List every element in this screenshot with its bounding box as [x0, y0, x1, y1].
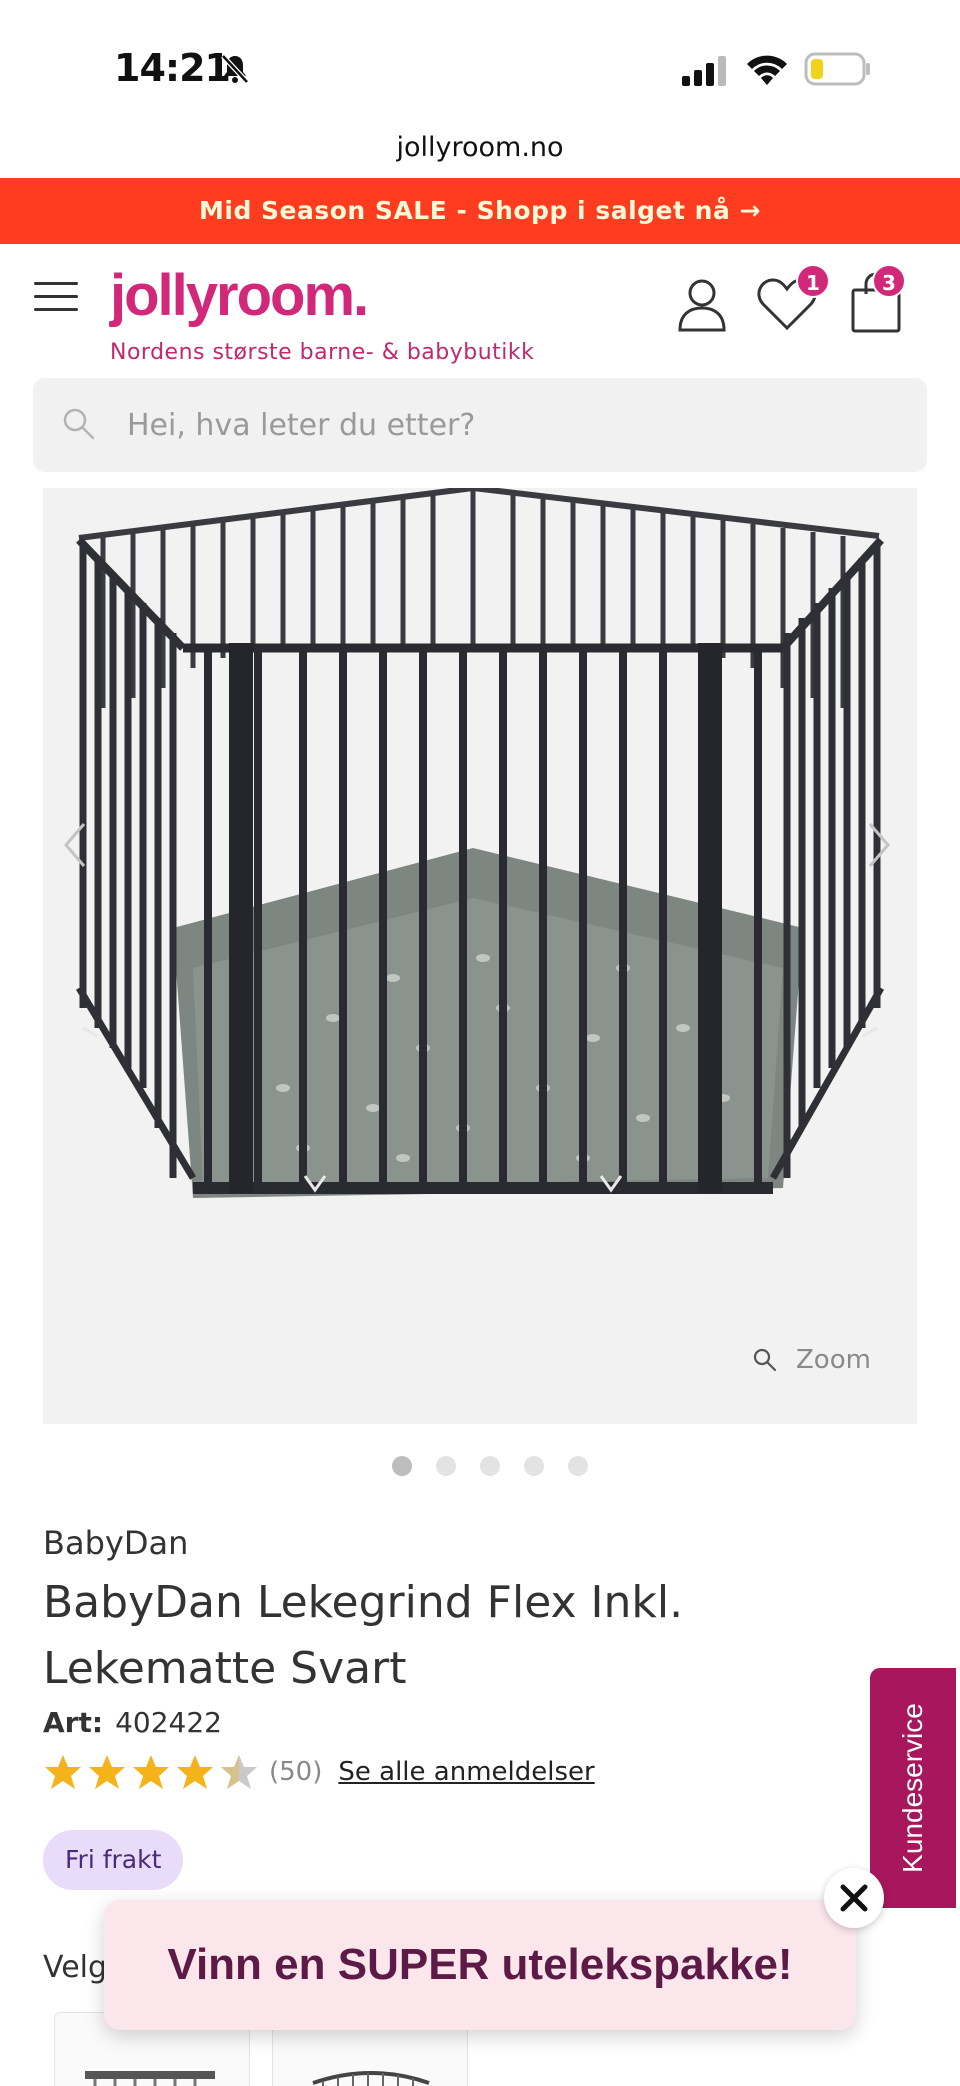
zoom-magnifier-icon: [753, 1348, 777, 1372]
wishlist-count-badge: 1: [796, 264, 830, 298]
product-image[interactable]: [43, 488, 917, 1424]
variant-label: Velg: [43, 1950, 108, 1985]
gallery-dot[interactable]: [480, 1456, 500, 1476]
gallery-dot[interactable]: [392, 1456, 412, 1476]
star-filled-icon: [89, 1755, 125, 1789]
gallery-prev-arrow-icon[interactable]: [60, 820, 90, 870]
gallery-next-arrow-icon[interactable]: [864, 820, 894, 870]
product-title: BabyDan Lekegrind Flex Inkl. Lekematte S…: [43, 1577, 684, 1694]
rating-count: (50): [269, 1757, 323, 1787]
product-rating[interactable]: (50) Se alle anmeldelser: [43, 1752, 595, 1792]
hamburger-menu-icon[interactable]: [34, 282, 78, 314]
popup-close-button[interactable]: [824, 1868, 884, 1928]
see-all-reviews-link[interactable]: Se alle anmeldelser: [338, 1757, 594, 1787]
promo-popup[interactable]: Vinn en SUPER utelekspakke!: [104, 1900, 856, 2030]
star-filled-icon: [133, 1755, 169, 1789]
promo-banner[interactable]: Mid Season SALE - Shopp i salget nå →: [0, 178, 960, 244]
battery-icon: [804, 52, 870, 86]
cellular-signal-icon: [682, 56, 726, 86]
browser-url[interactable]: jollyroom.no: [0, 132, 960, 163]
search-input[interactable]: [127, 378, 887, 472]
bell-muted-icon: [221, 54, 249, 84]
status-bar: 14:21 jollyroom.no: [0, 0, 960, 163]
gallery-dot[interactable]: [568, 1456, 588, 1476]
customer-service-label: Kundeservice: [897, 1703, 928, 1873]
free-shipping-badge: Fri frakt: [43, 1830, 184, 1890]
site-tagline: Nordens største barne- & babybutikk: [110, 340, 535, 365]
star-filled-icon: [177, 1755, 213, 1789]
gallery-dot[interactable]: [524, 1456, 544, 1476]
status-time: 14:21: [114, 46, 231, 90]
close-icon: [840, 1884, 868, 1912]
wifi-icon: [747, 55, 787, 85]
zoom-button[interactable]: Zoom: [752, 1340, 871, 1380]
zoom-label: Zoom: [796, 1345, 871, 1375]
cart-count-badge: 3: [872, 264, 906, 298]
search-icon: [63, 408, 95, 440]
article-number: Art: 402422: [43, 1706, 222, 1739]
article-label: Art:: [43, 1706, 104, 1739]
product-brand[interactable]: BabyDan: [43, 1524, 188, 1562]
playpen-illustration: [75, 488, 885, 1198]
gallery-pagination: [392, 1456, 588, 1476]
star-filled-icon: [45, 1755, 81, 1789]
article-value: 402422: [115, 1706, 222, 1739]
account-icon[interactable]: [676, 276, 728, 332]
star-empty-icon: [221, 1755, 257, 1789]
gallery-dot[interactable]: [436, 1456, 456, 1476]
site-logo[interactable]: jollyroom.: [110, 262, 369, 329]
customer-service-tab[interactable]: Kundeservice: [870, 1668, 956, 1908]
search-bar[interactable]: [33, 378, 927, 472]
